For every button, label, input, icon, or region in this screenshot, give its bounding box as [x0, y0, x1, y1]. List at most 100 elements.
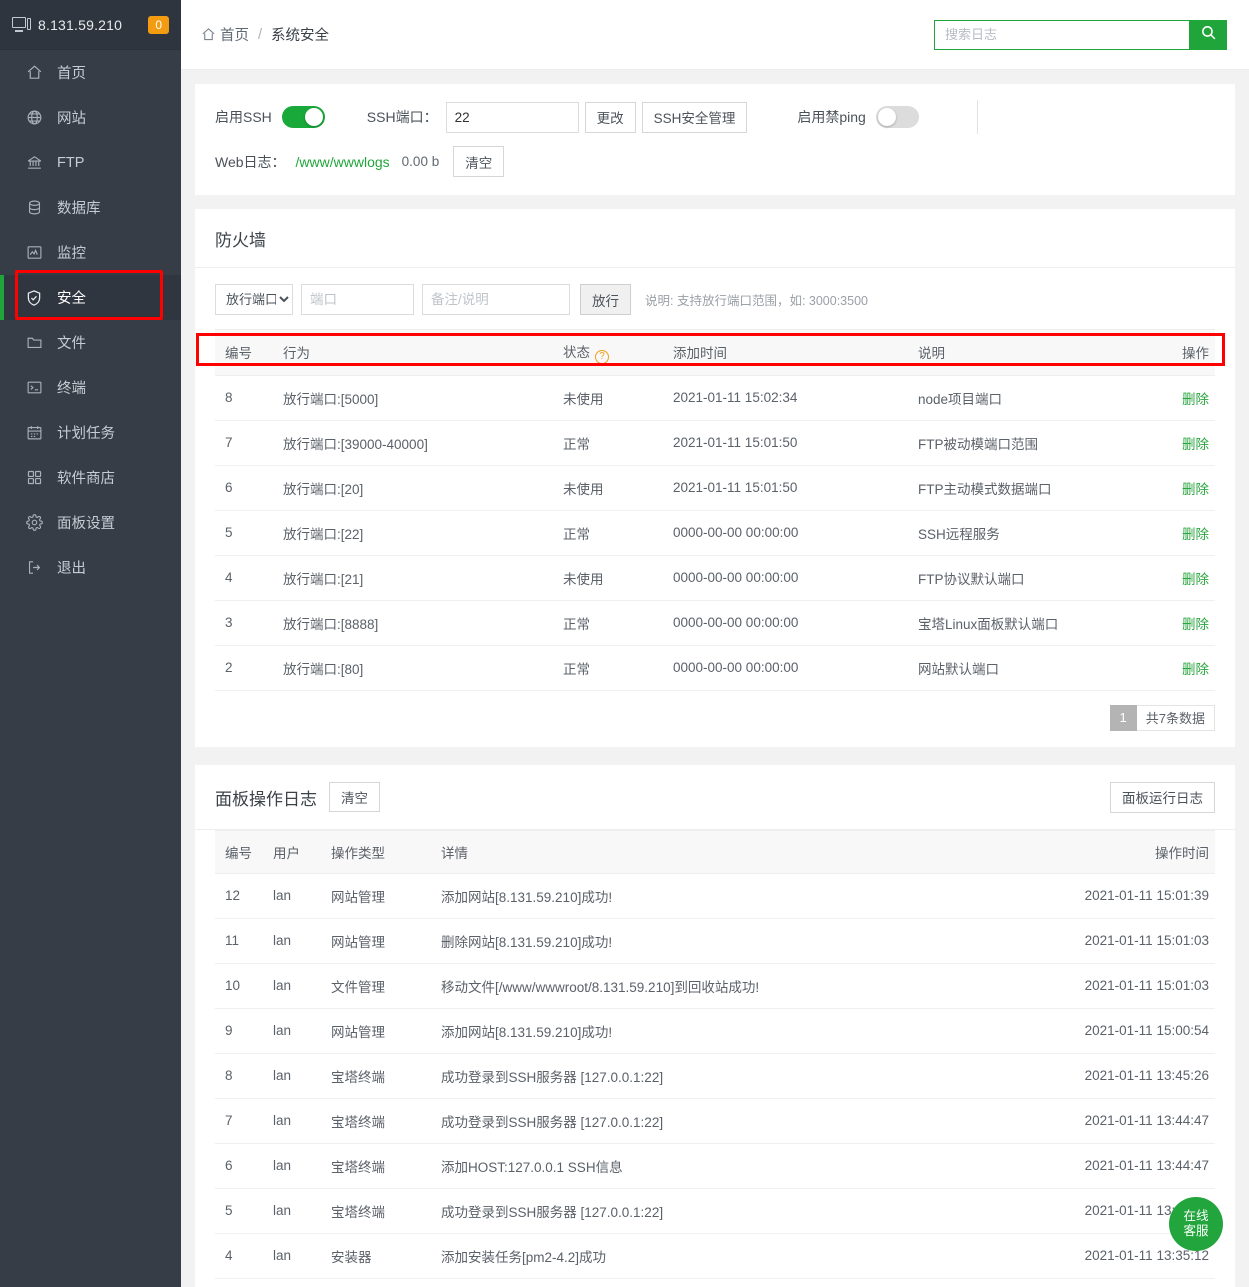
table-row[interactable]: 8 放行端口:[5000] 未使用 2021-01-11 15:02:34 no… [215, 375, 1215, 421]
cell-id: 5 [215, 510, 283, 556]
cell-action: 放行端口:[5000] [283, 375, 563, 421]
table-row[interactable]: 8 lan 宝塔终端 成功登录到SSH服务器 [127.0.0.1:22] 20… [215, 1053, 1215, 1099]
cell-status: 正常 [563, 510, 673, 556]
terminal-icon [24, 379, 44, 396]
sidebar-item-terminal[interactable]: 终端 [0, 365, 181, 410]
search-input[interactable] [934, 19, 1189, 50]
sidebar-item-crontab[interactable]: 计划任务 [0, 410, 181, 455]
sidebar-item-monitor[interactable]: 监控 [0, 230, 181, 275]
weblog-label: Web日志： [215, 153, 286, 170]
search-button[interactable] [1189, 19, 1227, 50]
logout-icon [24, 559, 44, 576]
table-row[interactable]: 5 放行端口:[22] 正常 0000-00-00 00:00:00 SSH远程… [215, 510, 1215, 556]
sidebar-item-label: FTP [57, 154, 85, 171]
cell-time: 0000-00-00 00:00:00 [673, 555, 918, 601]
cell-type: 网站管理 [331, 918, 441, 964]
change-port-button[interactable]: 更改 [584, 101, 636, 133]
note-input[interactable] [422, 284, 570, 315]
sidebar-item-ftp[interactable]: FTP [0, 140, 181, 185]
cell-time: 2021-01-11 15:02:34 [673, 375, 918, 421]
sidebar-item-database[interactable]: 数据库 [0, 185, 181, 230]
cell-type: 安装器 [331, 1278, 441, 1287]
cell-status: 正常 [563, 645, 673, 691]
cell-time: 0000-00-00 00:00:00 [673, 645, 918, 691]
globe-icon [24, 109, 44, 126]
online-support-button[interactable]: 在线 客服 [1169, 1197, 1223, 1251]
col-op: 操作 [1135, 329, 1215, 376]
cell-time: 2021-01-11 15:01:03 [1025, 918, 1215, 964]
table-row[interactable]: 4 lan 安装器 添加安装任务[pm2-4.2]成功 2021-01-11 1… [215, 1233, 1215, 1279]
table-row[interactable]: 6 放行端口:[20] 未使用 2021-01-11 15:01:50 FTP主… [215, 465, 1215, 511]
table-row[interactable]: 9 lan 网站管理 添加网站[8.131.59.210]成功! 2021-01… [215, 1008, 1215, 1054]
cell-user: lan [273, 1143, 331, 1189]
server-monitor-icon [12, 17, 31, 32]
delete-rule-link[interactable]: 删除 [1182, 572, 1209, 587]
delete-rule-link[interactable]: 删除 [1182, 482, 1209, 497]
disable-ping-label: 启用禁ping [797, 109, 866, 125]
sidebar-item-security[interactable]: 安全 [0, 275, 181, 320]
accept-port-button[interactable]: 放行 [580, 284, 631, 315]
ssh-security-management-button[interactable]: SSH安全管理 [641, 101, 748, 133]
ssh-port-input[interactable] [445, 101, 579, 133]
cell-time: 2021-01-11 15:00:54 [1025, 1008, 1215, 1054]
notification-badge[interactable]: 0 [148, 15, 169, 34]
sidebar-item-website[interactable]: 网站 [0, 95, 181, 140]
table-row[interactable]: 7 放行端口:[39000-40000] 正常 2021-01-11 15:01… [215, 420, 1215, 466]
panel-run-log-button[interactable]: 面板运行日志 [1110, 781, 1215, 813]
sidebar-item-label: 安全 [57, 291, 86, 307]
table-row[interactable]: 4 放行端口:[21] 未使用 0000-00-00 00:00:00 FTP协… [215, 555, 1215, 601]
sidebar-item-files[interactable]: 文件 [0, 320, 181, 365]
port-input[interactable] [301, 284, 414, 315]
cell-id: 11 [215, 918, 273, 964]
oplog-table-wrap: 编号 用户 操作类型 详情 操作时间 12 lan 网站管理 添加网站[8.13 [195, 829, 1235, 1287]
firewall-table: 编号 行为 状态? 添加时间 说明 操作 8 放行端口:[5000] 未使用 2… [215, 329, 1215, 691]
firewall-table-body: 8 放行端口:[5000] 未使用 2021-01-11 15:02:34 no… [215, 375, 1215, 691]
oplog-table-head: 编号 用户 操作类型 详情 操作时间 [215, 829, 1215, 874]
delete-rule-link[interactable]: 删除 [1182, 527, 1209, 542]
enable-ssh-toggle[interactable] [281, 106, 325, 128]
table-row[interactable]: 2 放行端口:[80] 正常 0000-00-00 00:00:00 网站默认端… [215, 645, 1215, 691]
cell-desc: FTP被动模端口范围 [918, 420, 1135, 466]
sidebar-item-label: 数据库 [57, 201, 101, 217]
home-icon [24, 64, 44, 81]
page-current[interactable]: 1 [1109, 704, 1137, 731]
sidebar-item-home[interactable]: 首页 [0, 50, 181, 95]
enable-ssh-label: 启用SSH [215, 109, 272, 125]
question-circle-icon[interactable]: ? [595, 349, 609, 364]
sidebar-item-logout[interactable]: 退出 [0, 545, 181, 590]
table-row[interactable]: 12 lan 网站管理 添加网站[8.131.59.210]成功! 2021-0… [215, 873, 1215, 919]
sidebar-item-appstore[interactable]: 软件商店 [0, 455, 181, 500]
table-row[interactable]: 5 lan 宝塔终端 成功登录到SSH服务器 [127.0.0.1:22] 20… [215, 1188, 1215, 1234]
cell-time: 2021-01-11 15:01:50 [673, 465, 918, 511]
cell-action: 放行端口:[22] [283, 510, 563, 556]
breadcrumb-current: 系统安全 [271, 28, 330, 44]
table-row[interactable]: 6 lan 宝塔终端 添加HOST:127.0.0.1 SSH信息 2021-0… [215, 1143, 1215, 1189]
firewall-table-wrap: 编号 行为 状态? 添加时间 说明 操作 8 放行端口:[5000] 未使用 2… [195, 329, 1235, 691]
cell-status: 未使用 [563, 555, 673, 601]
clear-oplog-button[interactable]: 清空 [329, 782, 380, 812]
cell-type: 网站管理 [331, 873, 441, 919]
cell-action: 放行端口:[20] [283, 465, 563, 511]
table-row[interactable]: 3 lan 安装器 添加安装任务[mysql-5.5]成功 2021-01-11… [215, 1278, 1215, 1287]
sidebar-item-settings[interactable]: 面板设置 [0, 500, 181, 545]
cell-id: 4 [215, 1233, 273, 1279]
delete-rule-link[interactable]: 删除 [1182, 617, 1209, 632]
disable-ping-toggle[interactable] [875, 106, 919, 128]
rule-type-select[interactable]: 放行端口 [215, 284, 293, 315]
clear-weblog-button[interactable]: 清空 [453, 146, 505, 177]
cell-id: 10 [215, 963, 273, 1009]
table-row[interactable]: 11 lan 网站管理 删除网站[8.131.59.210]成功! 2021-0… [215, 918, 1215, 964]
delete-rule-link[interactable]: 删除 [1182, 662, 1209, 677]
delete-rule-link[interactable]: 删除 [1182, 392, 1209, 407]
table-row[interactable]: 10 lan 文件管理 移动文件[/www/wwwroot/8.131.59.2… [215, 963, 1215, 1009]
oplog-header: 面板操作日志 清空 面板运行日志 [195, 765, 1235, 830]
cell-user: lan [273, 1053, 331, 1099]
table-row[interactable]: 7 lan 宝塔终端 成功登录到SSH服务器 [127.0.0.1:22] 20… [215, 1098, 1215, 1144]
cell-action: 放行端口:[39000-40000] [283, 420, 563, 466]
cell-type: 网站管理 [331, 1008, 441, 1054]
delete-rule-link[interactable]: 删除 [1182, 437, 1209, 452]
table-row[interactable]: 3 放行端口:[8888] 正常 0000-00-00 00:00:00 宝塔L… [215, 600, 1215, 646]
weblog-path-link[interactable]: /www/wwwlogs [296, 154, 390, 170]
search-box [934, 19, 1227, 50]
breadcrumb-home-link[interactable]: 首页 [220, 24, 249, 45]
